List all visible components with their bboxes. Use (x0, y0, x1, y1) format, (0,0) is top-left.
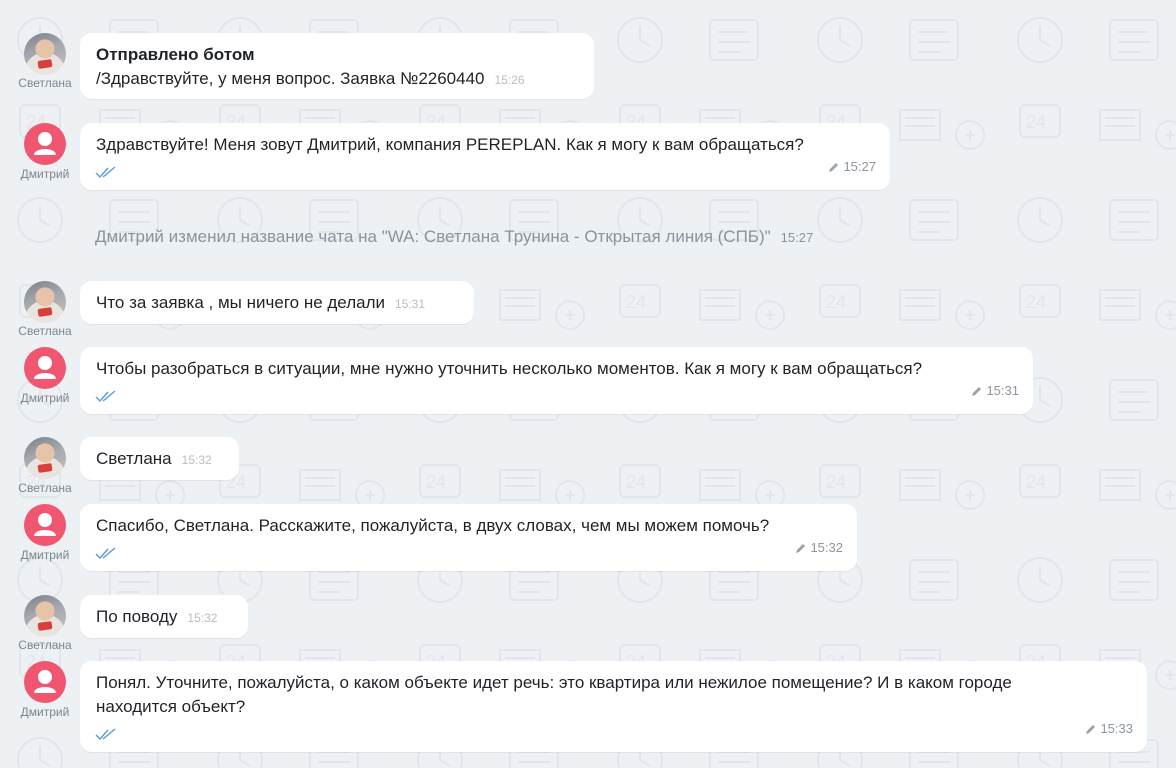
system-message: Дмитрий изменил название чата на "WA: Св… (95, 226, 813, 249)
message-time: 15:32 (810, 540, 843, 555)
sender-name: Светлана (18, 324, 72, 338)
message-bubble[interactable]: Чтобы разобраться в ситуации, мне нужно … (80, 347, 1033, 414)
double-check-icon (95, 166, 116, 178)
sender-name: Светлана (18, 76, 72, 90)
message-text: Что за заявка , мы ничего не делали (96, 293, 385, 312)
message-text: Светлана (96, 449, 172, 468)
message-bubble[interactable]: Спасибо, Светлана. Расскажите, пожалуйст… (80, 504, 857, 571)
sender-name: Светлана (18, 481, 72, 495)
message-text: Чтобы разобраться в ситуации, мне нужно … (96, 359, 923, 378)
avatar-dmitry[interactable] (24, 347, 66, 389)
sender-name: Дмитрий (20, 167, 70, 181)
system-message-time: 15:27 (780, 230, 814, 245)
avatar-dmitry[interactable] (24, 123, 66, 165)
pencil-icon (796, 543, 806, 553)
sender-name: Дмитрий (20, 391, 70, 405)
message-bubble[interactable]: Отправлено ботом /Здравствуйте, у меня в… (80, 33, 594, 99)
message-text: По поводу (96, 607, 178, 626)
message-text: /Здравствуйте, у меня вопрос. Заявка №22… (96, 69, 485, 88)
message-time: 15:27 (843, 159, 876, 174)
message-time: 15:33 (1100, 721, 1133, 736)
message-time: 15:31 (395, 297, 426, 311)
message-time: 15:32 (187, 611, 218, 625)
message-time: 15:26 (494, 73, 525, 87)
avatar-svetlana[interactable] (24, 281, 66, 323)
message-time: 15:32 (181, 453, 212, 467)
system-message-text: Дмитрий изменил название чата на "WA: Св… (95, 227, 771, 246)
user-icon (34, 513, 56, 536)
sender-name: Дмитрий (20, 705, 70, 719)
message-text-line-2: находится объект? (96, 697, 246, 716)
sender-name: Дмитрий (20, 548, 70, 562)
avatar-svetlana[interactable] (24, 437, 66, 479)
message-meta: 15:27 (828, 155, 876, 179)
message-meta: 15:33 (1085, 717, 1133, 741)
double-check-icon (95, 728, 116, 740)
message-meta: 15:32 (795, 536, 843, 560)
avatar-svetlana[interactable] (24, 33, 66, 75)
message-meta: 15:31 (971, 379, 1019, 403)
avatar-dmitry[interactable] (24, 661, 66, 703)
user-icon (34, 670, 56, 693)
message-text: Спасибо, Светлана. Расскажите, пожалуйст… (96, 516, 770, 535)
user-icon (34, 356, 56, 379)
message-text: Здравствуйте! Меня зовут Дмитрий, компан… (96, 135, 804, 154)
user-icon (34, 132, 56, 155)
message-bubble[interactable]: По поводу 15:32 (80, 595, 248, 638)
bot-sent-label: Отправлено ботом (96, 45, 255, 64)
message-bubble[interactable]: Понял. Уточните, пожалуйста, о каком объ… (80, 661, 1147, 752)
double-check-icon (95, 547, 116, 559)
chat-feed: Светлана Отправлено ботом /Здравствуйте,… (0, 0, 1176, 768)
avatar-svetlana[interactable] (24, 595, 66, 637)
double-check-icon (95, 390, 116, 402)
message-bubble[interactable]: Что за заявка , мы ничего не делали 15:31 (80, 281, 474, 324)
message-bubble[interactable]: Здравствуйте! Меня зовут Дмитрий, компан… (80, 123, 890, 190)
message-text-line-1: Понял. Уточните, пожалуйста, о каком объ… (96, 673, 1012, 692)
avatar-dmitry[interactable] (24, 504, 66, 546)
sender-name: Светлана (18, 638, 72, 652)
pencil-icon (1086, 724, 1096, 734)
message-time: 15:31 (986, 383, 1019, 398)
pencil-icon (829, 162, 839, 172)
pencil-icon (972, 386, 982, 396)
message-bubble[interactable]: Светлана 15:32 (80, 437, 239, 480)
